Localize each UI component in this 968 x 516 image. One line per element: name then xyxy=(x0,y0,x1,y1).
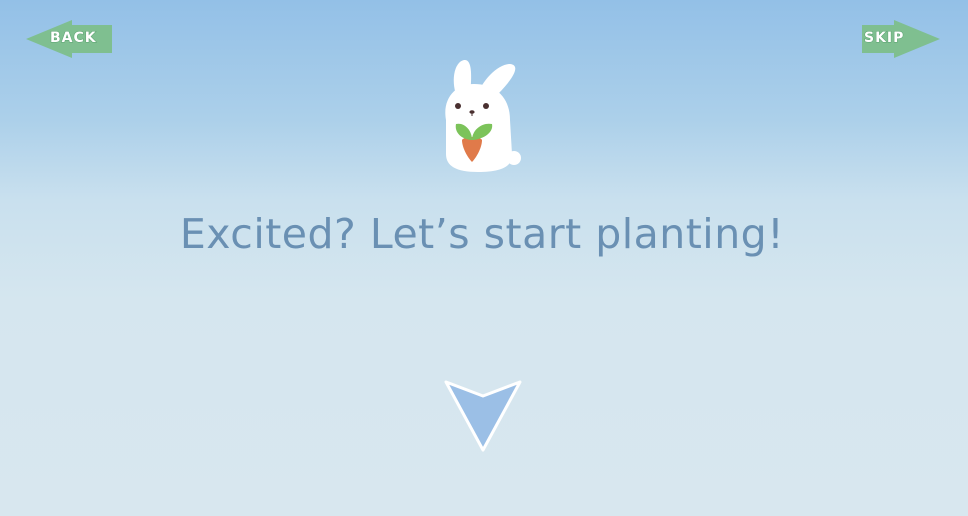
skip-button[interactable]: SKIP xyxy=(862,20,940,58)
skip-button-label: SKIP xyxy=(863,30,905,47)
continue-button[interactable] xyxy=(442,378,524,454)
page-title: Excited? Let’s start planting! xyxy=(179,210,785,258)
back-button-label: BACK xyxy=(50,30,97,47)
down-triangle-icon xyxy=(444,380,522,452)
back-button[interactable]: BACK xyxy=(26,20,112,58)
bunny-mascot xyxy=(436,56,526,176)
